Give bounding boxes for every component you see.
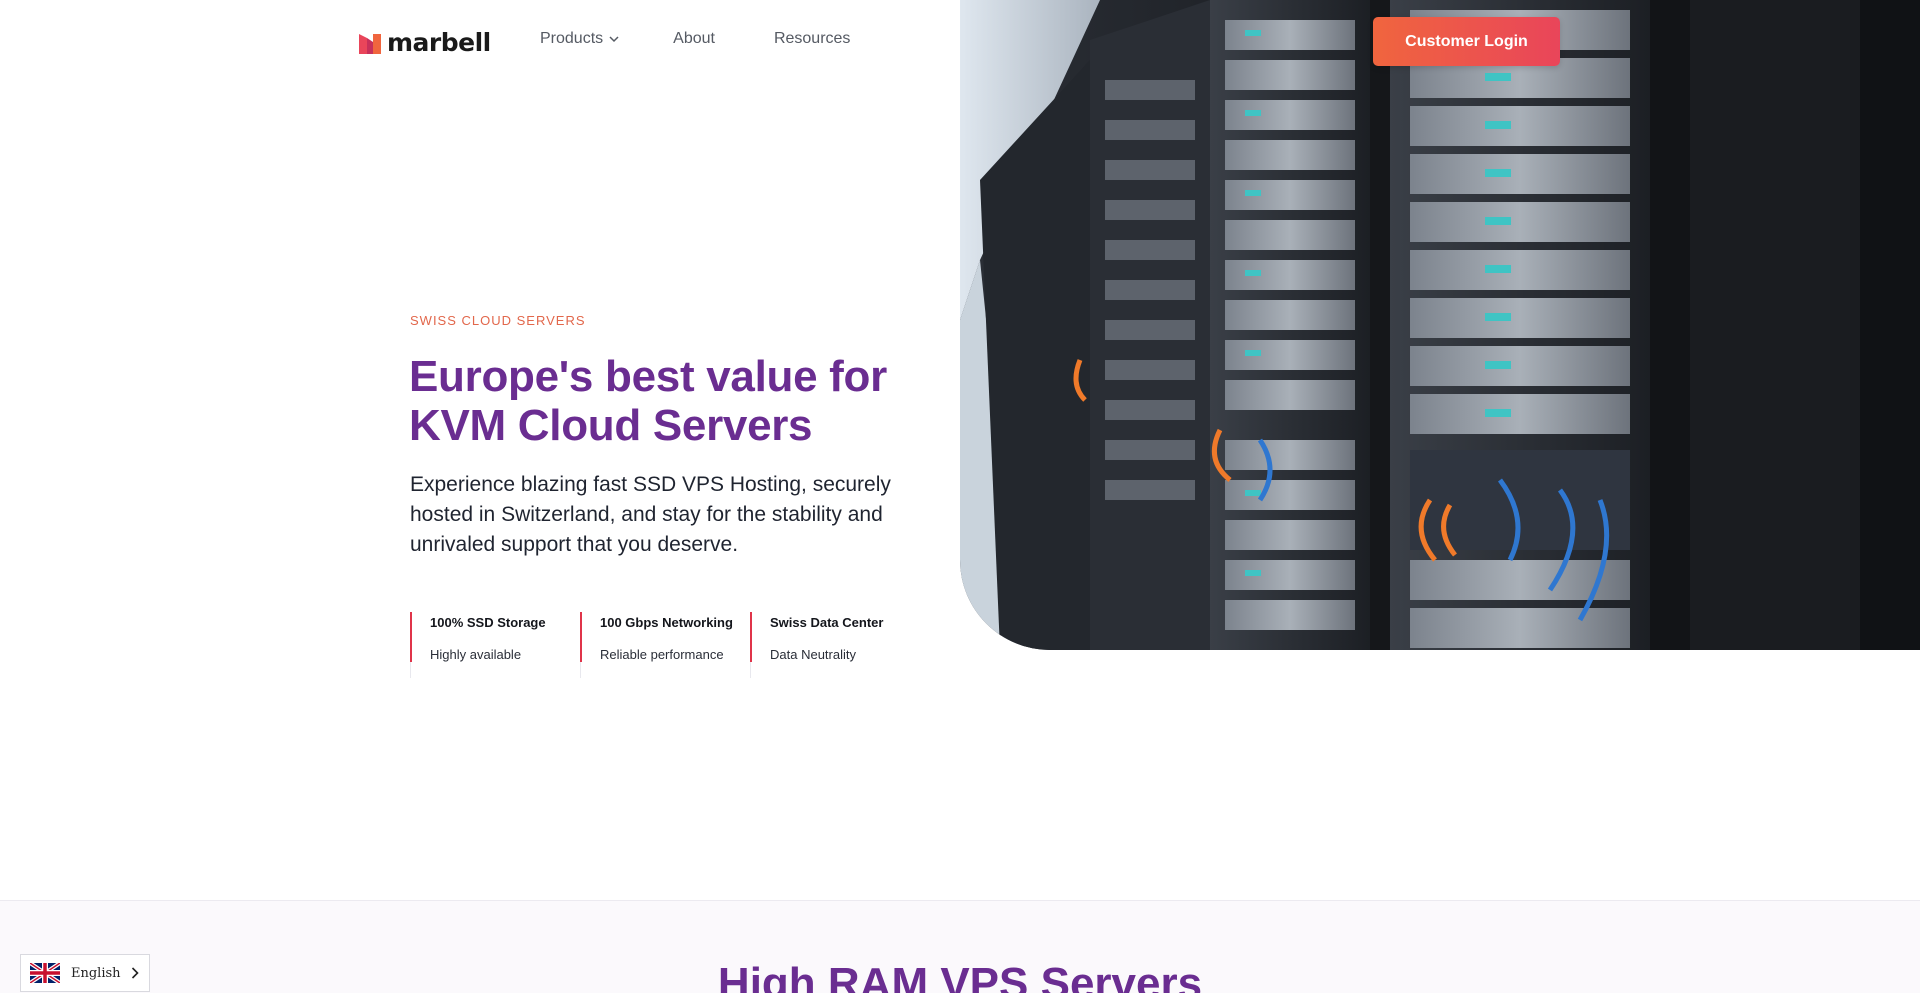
language-label: English xyxy=(71,965,121,981)
hero-headline-line1: Europe's best value for xyxy=(409,352,887,401)
language-selector[interactable]: English xyxy=(20,954,150,992)
nav-resources-label: Resources xyxy=(773,30,851,47)
customer-login-button[interactable]: Customer Login xyxy=(1373,17,1560,66)
nav-about-label: About xyxy=(673,30,715,47)
feature-subtitle: Reliable performance xyxy=(600,647,724,662)
feature-list: 100% SSD Storage Highly available 100 Gb… xyxy=(410,612,900,678)
chevron-right-icon xyxy=(131,967,139,979)
feature-subtitle: Highly available xyxy=(430,647,522,662)
feature-title: Swiss Data Center xyxy=(770,615,884,630)
nav-products-label: Products xyxy=(540,30,604,47)
nav-products[interactable]: Products xyxy=(540,30,619,48)
feature-item: Swiss Data Center Data Neutrality xyxy=(750,612,900,678)
high-ram-section: High RAM VPS Servers xyxy=(0,900,1920,993)
nav-resources[interactable]: Resources xyxy=(774,30,850,48)
page: marbell Products About Resources Custome… xyxy=(0,0,1920,993)
feature-title: 100 Gbps Networking xyxy=(600,615,733,630)
marbell-logo[interactable]: marbell xyxy=(359,28,491,57)
feature-title: 100% SSD Storage xyxy=(430,615,546,630)
main-nav: Products About Resources xyxy=(540,30,850,48)
feature-item: 100% SSD Storage Highly available xyxy=(410,612,580,678)
feature-subtitle: Data Neutrality xyxy=(770,647,856,662)
hero-headline-line2: KVM Cloud Servers xyxy=(409,401,813,450)
hero-eyebrow: SWISS CLOUD SERVERS xyxy=(410,313,586,328)
hero-headline: Europe's best value for KVM Cloud Server… xyxy=(409,352,929,450)
section-title: High RAM VPS Servers xyxy=(717,959,1203,993)
brand-name: marbell xyxy=(387,28,491,57)
hero-server-image xyxy=(960,0,1920,650)
nav-about[interactable]: About xyxy=(673,30,715,48)
uk-flag-icon xyxy=(30,963,60,983)
hero-subtext: Experience blazing fast SSD VPS Hosting,… xyxy=(410,473,891,556)
marbell-m-logo-icon xyxy=(359,33,381,54)
feature-item: 100 Gbps Networking Reliable performance xyxy=(580,612,750,678)
chevron-down-icon xyxy=(609,35,619,42)
